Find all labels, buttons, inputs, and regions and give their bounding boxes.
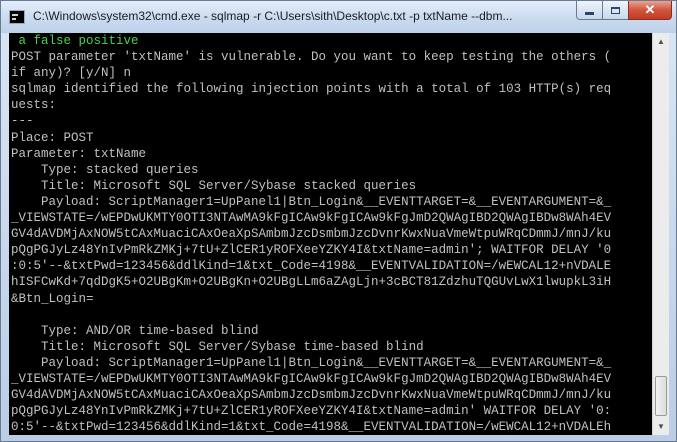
console-line: a false positive: [11, 34, 139, 48]
console-line: _VIEWSTATE=/wEPDwUKMTY0OTI3NTAwMA9kFgICA…: [11, 211, 612, 226]
minimize-icon: [585, 11, 594, 15]
console-line: Type: stacked queries: [11, 162, 199, 177]
console-text: a false positive POST parameter 'txtName'…: [9, 33, 652, 435]
console-line: Payload: ScriptManager1=UpPanel1|Btn_Log…: [11, 194, 612, 209]
console-line: POST parameter 'txtName' is vulnerable. …: [11, 50, 612, 65]
console-line: if any)? [y/N] n: [11, 66, 132, 81]
arrow-down-icon: ▼: [657, 422, 665, 431]
console-line: :0:5'--&txtPwd=123456&ddlKind=1&txt_Code…: [11, 259, 612, 274]
console-line: _VIEWSTATE=/wEPDwUKMTY0OTI3NTAwMA9kFgICA…: [11, 371, 612, 386]
console-line: Place: POST: [11, 130, 94, 145]
console-line: &Btn_Login=: [11, 291, 94, 306]
console-line: hISFCwKd+7qdDgK5+O2UBgKm+O2UBgKn+O2UBgLL…: [11, 275, 612, 290]
console-line: GV4dAVDMjAxNOW5tCAxMuaciCAxOeaXpSAmbmJzc…: [11, 388, 612, 403]
console-line: 0:5'--&txtPwd=123456&ddlKind=1&txt_Code=…: [11, 420, 612, 435]
scroll-thumb[interactable]: [655, 376, 667, 416]
console-line: sqlmap identified the following injectio…: [11, 82, 612, 97]
console-line: ---: [11, 114, 34, 129]
window-title: C:\Windows\system32\cmd.exe - sqlmap -r …: [33, 9, 513, 23]
close-icon: ✕: [644, 2, 656, 17]
vertical-scrollbar[interactable]: ▲ ▼: [652, 33, 669, 435]
title-bar[interactable]: C:\Windows\system32\cmd.exe - sqlmap -r …: [1, 1, 676, 33]
scroll-down-button[interactable]: ▼: [653, 418, 669, 435]
arrow-up-icon: ▲: [657, 37, 665, 46]
console-line: Payload: ScriptManager1=UpPanel1|Btn_Log…: [11, 355, 612, 370]
console-line: Type: AND/OR time-based blind: [11, 323, 259, 338]
console-line: Title: Microsoft SQL Server/Sybase time-…: [11, 339, 424, 354]
console-line: GV4dAVDMjAxNOW5tCAxMuaciCAxOeaXpSAmbmJzc…: [11, 227, 612, 242]
caption-buttons: ✕: [576, 1, 672, 21]
console-output[interactable]: a false positive POST parameter 'txtName'…: [9, 33, 652, 435]
console-window: C:\Windows\system32\cmd.exe - sqlmap -r …: [0, 0, 677, 442]
console-line: uests:: [11, 98, 57, 113]
scroll-up-button[interactable]: ▲: [653, 33, 669, 50]
close-button[interactable]: ✕: [628, 1, 672, 20]
cmd-app-icon[interactable]: [9, 10, 25, 24]
console-line: Title: Microsoft SQL Server/Sybase stack…: [11, 178, 417, 193]
console-line: Parameter: txtName: [11, 146, 147, 161]
minimize-button[interactable]: [576, 1, 602, 20]
console-line: pQgPGJyLz48YnIvPmRkZMKj+7tU+ZlCER1yROFXe…: [11, 243, 612, 258]
maximize-icon: [611, 6, 620, 14]
maximize-button[interactable]: [602, 1, 628, 20]
console-line: pQgPGJyLz48YnIvPmRkZMKj+7tU+ZlCER1yROFXe…: [11, 404, 612, 419]
